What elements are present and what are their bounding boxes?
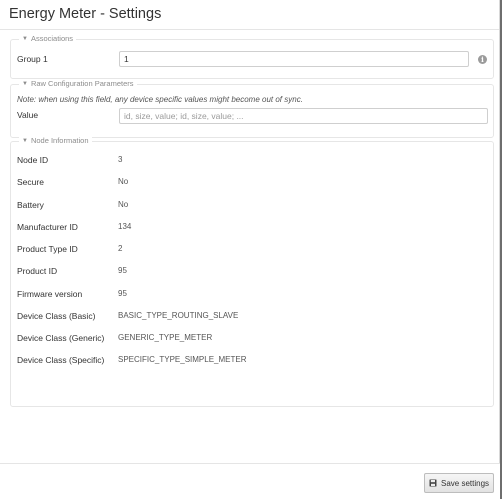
dialog-body: ▼ Associations Group 1 i ▼ Raw Configura… — [0, 31, 500, 463]
value-label: Value — [17, 110, 39, 120]
info-icon[interactable]: i — [478, 55, 487, 64]
firmware-version-value: 95 — [118, 289, 127, 298]
node-info-legend-label: Node Information — [30, 136, 89, 145]
product-type-id-value: 2 — [118, 244, 123, 253]
node-info-row: Manufacturer ID 134 — [17, 222, 487, 236]
dialog-title: Energy Meter - Settings — [9, 6, 162, 22]
caret-down-icon: ▼ — [22, 137, 28, 144]
node-info-legend[interactable]: ▼ Node Information — [19, 136, 92, 145]
product-id-value: 95 — [118, 266, 127, 275]
device-class-basic-value: BASIC_TYPE_ROUTING_SLAVE — [118, 311, 239, 320]
node-info-row: Product ID 95 — [17, 266, 487, 280]
device-class-specific-label: Device Class (Specific) — [17, 355, 105, 365]
dialog-footer: Save settings — [0, 463, 500, 499]
associations-legend[interactable]: ▼ Associations — [19, 34, 77, 43]
secure-value: No — [118, 177, 129, 186]
caret-down-icon: ▼ — [22, 35, 28, 42]
raw-config-note: Note: when using this field, any device … — [17, 95, 303, 104]
node-info-row: Product Type ID 2 — [17, 244, 487, 258]
save-settings-label: Save settings — [440, 478, 490, 488]
associations-legend-label: Associations — [30, 34, 74, 43]
manufacturer-id-label: Manufacturer ID — [17, 222, 78, 232]
group1-label: Group 1 — [17, 54, 48, 64]
node-id-value: 3 — [118, 155, 123, 164]
firmware-version-label: Firmware version — [17, 289, 83, 299]
device-class-generic-value: GENERIC_TYPE_METER — [118, 333, 213, 342]
save-settings-button[interactable]: Save settings — [424, 473, 494, 493]
settings-dialog: Energy Meter - Settings ▼ Associations G… — [0, 0, 500, 499]
raw-config-legend-label: Raw Configuration Parameters — [30, 79, 134, 88]
raw-config-value-input[interactable] — [119, 108, 488, 124]
raw-config-legend[interactable]: ▼ Raw Configuration Parameters — [19, 79, 137, 88]
battery-value: No — [118, 200, 129, 209]
caret-down-icon: ▼ — [22, 80, 28, 87]
device-class-basic-label: Device Class (Basic) — [17, 311, 96, 321]
node-info-row: Battery No — [17, 200, 487, 214]
node-info-row: Device Class (Generic) GENERIC_TYPE_METE… — [17, 333, 487, 347]
node-info-row: Device Class (Basic) BASIC_TYPE_ROUTING_… — [17, 311, 487, 325]
group1-input[interactable] — [119, 51, 469, 67]
dialog-header: Energy Meter - Settings — [0, 0, 499, 30]
node-info-group: ▼ Node Information Node ID 3 Secure No B… — [10, 136, 494, 407]
associations-group: ▼ Associations Group 1 i — [10, 34, 494, 79]
device-class-generic-label: Device Class (Generic) — [17, 333, 105, 343]
device-class-specific-value: SPECIFIC_TYPE_SIMPLE_METER — [118, 355, 247, 364]
battery-label: Battery — [17, 200, 44, 210]
node-info-row: Device Class (Specific) SPECIFIC_TYPE_SI… — [17, 355, 487, 369]
secure-label: Secure — [17, 177, 44, 187]
product-type-id-label: Product Type ID — [17, 244, 78, 254]
node-info-row: Firmware version 95 — [17, 289, 487, 303]
raw-config-group: ▼ Raw Configuration Parameters Note: whe… — [10, 79, 494, 138]
node-info-row: Node ID 3 — [17, 155, 487, 169]
node-info-row: Secure No — [17, 177, 487, 191]
node-id-label: Node ID — [17, 155, 49, 165]
floppy-disk-icon — [429, 479, 437, 487]
product-id-label: Product ID — [17, 266, 58, 276]
manufacturer-id-value: 134 — [118, 222, 132, 231]
